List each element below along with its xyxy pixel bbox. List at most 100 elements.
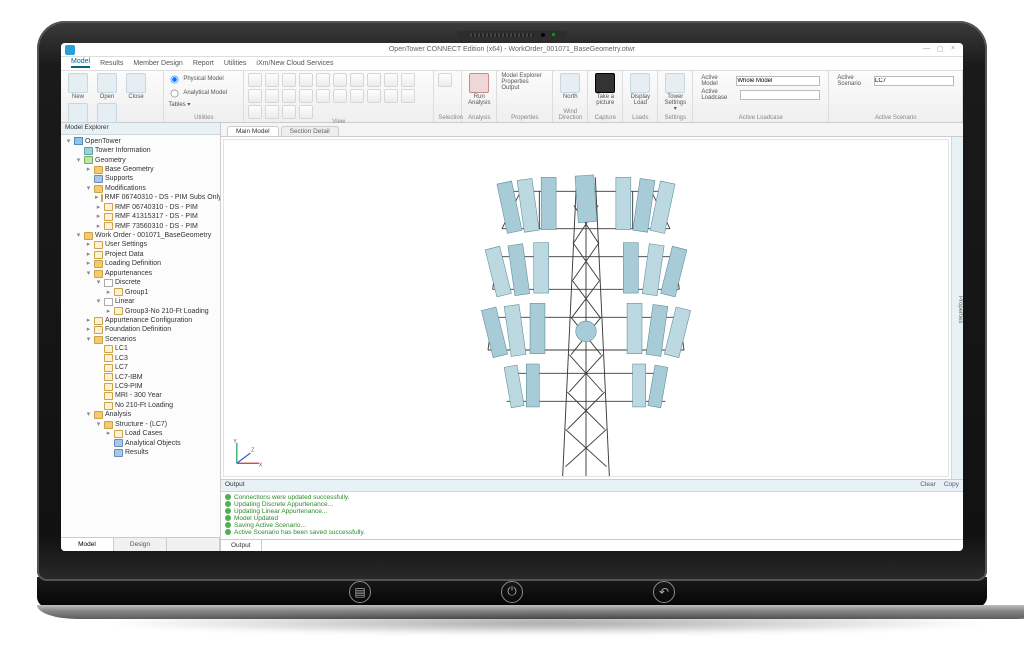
output-line: Saving Active Scenario... xyxy=(225,522,959,529)
output-toggle[interactable]: Output xyxy=(501,85,519,91)
explorer-tab-model[interactable]: Model xyxy=(61,538,114,551)
ribbon: New Open Close Save Save As Model Physic… xyxy=(61,71,963,123)
take-picture-button[interactable]: Take a picture xyxy=(592,73,618,106)
output-line: Model Updated xyxy=(225,515,959,522)
physical-model-radio[interactable]: Physical Model xyxy=(168,73,223,86)
output-header: Output xyxy=(225,481,245,490)
app-icon xyxy=(65,45,75,55)
active-scenario-combo[interactable] xyxy=(874,76,954,86)
tower-settings-button[interactable]: Tower Settings ▾ xyxy=(662,73,688,112)
view-tool-button[interactable] xyxy=(384,89,398,103)
active-model-combo[interactable] xyxy=(736,76,820,86)
run-analysis-button[interactable]: Run Analysis xyxy=(466,73,492,106)
tab-model[interactable]: Model xyxy=(71,58,90,68)
window-title: OpenTower CONNECT Edition (x64) - WorkOr… xyxy=(389,46,635,53)
view-tool-button[interactable] xyxy=(299,105,313,119)
close-button[interactable]: × xyxy=(951,45,959,53)
north-button[interactable]: North xyxy=(557,73,583,100)
output-lines[interactable]: Connections were updated successfully. U… xyxy=(221,492,963,539)
view-tab-main[interactable]: Main Model xyxy=(227,126,279,136)
open-button[interactable]: Open xyxy=(94,73,120,100)
view-tool-button[interactable] xyxy=(248,105,262,119)
ribbon-tabs: Model Results Member Design Report Utili… xyxy=(61,57,963,71)
explorer-tabs: Model Design xyxy=(61,537,220,551)
tables-dropdown[interactable]: Tables ▾ xyxy=(168,101,190,108)
view-tool-button[interactable] xyxy=(248,89,262,103)
ribbon-group-properties: Model Explorer Properties Output Propert… xyxy=(497,71,553,122)
tab-member-design[interactable]: Member Design xyxy=(133,60,182,67)
output-line: Updating Discrete Appurtenance... xyxy=(225,501,959,508)
back-hw-button: ↶ xyxy=(653,581,675,603)
menu-hw-button: ▤ xyxy=(349,581,371,603)
ribbon-group-wind: North Wind Direction xyxy=(553,71,588,122)
view-tool-button[interactable] xyxy=(299,73,313,87)
view-tool-button[interactable] xyxy=(282,89,296,103)
output-line: Updating Linear Appurtenance... xyxy=(225,508,959,515)
viewport-3d[interactable]: Y X Z xyxy=(223,139,949,477)
close-file-button[interactable]: Close xyxy=(123,73,149,100)
new-button[interactable]: New xyxy=(65,73,91,100)
view-tabs: Main Model Section Detail xyxy=(221,123,963,137)
ribbon-group-selection: Selection xyxy=(434,71,462,122)
view-tool-button[interactable] xyxy=(265,73,279,87)
model-tree[interactable]: ▾OpenTower Tower Information ▾Geometry ▸… xyxy=(61,135,220,537)
svg-text:Y: Y xyxy=(233,438,237,444)
ribbon-group-loads: Display Load Loads xyxy=(623,71,658,122)
ribbon-group-capture: Take a picture Capture xyxy=(588,71,623,122)
view-tool-button[interactable] xyxy=(299,89,313,103)
explorer-tab-design[interactable]: Design xyxy=(114,538,167,551)
explorer-tab-blank xyxy=(167,538,220,551)
model-explorer-panel: Model Explorer ▾OpenTower Tower Informat… xyxy=(61,123,221,551)
output-tab[interactable]: Output xyxy=(221,540,262,551)
tab-cloud[interactable]: iXm/New Cloud Services xyxy=(256,60,333,67)
ribbon-group-active-loadcase: Active Model Active Loadcase Active Load… xyxy=(693,71,829,122)
tab-utilities[interactable]: Utilities xyxy=(224,60,247,67)
laptop-chin: ▤ ⏻ ↶ xyxy=(37,577,987,607)
ribbon-group-active-scenario: Active Scenario Active Scenario xyxy=(829,71,963,122)
view-tool-button[interactable] xyxy=(350,89,364,103)
view-tool-button[interactable] xyxy=(333,73,347,87)
output-copy-button[interactable]: Copy xyxy=(944,481,959,490)
display-load-button[interactable]: Display Load xyxy=(627,73,653,106)
view-tool-button[interactable] xyxy=(350,73,364,87)
view-tool-button[interactable] xyxy=(282,73,296,87)
view-tool-button[interactable] xyxy=(282,105,296,119)
view-tool-button[interactable] xyxy=(401,89,415,103)
view-tool-button[interactable] xyxy=(367,73,381,87)
ribbon-group-utilities: Physical Model Analytical Model Tables ▾… xyxy=(164,71,244,122)
view-tab-section[interactable]: Section Detail xyxy=(281,126,339,136)
laptop-lid: OpenTower CONNECT Edition (x64) - WorkOr… xyxy=(37,21,987,581)
view-tool-button[interactable] xyxy=(248,73,262,87)
view-tool-button[interactable] xyxy=(265,105,279,119)
explorer-header: Model Explorer xyxy=(61,123,220,135)
view-tool-button[interactable] xyxy=(401,73,415,87)
output-line: Connections were updated successfully. xyxy=(225,494,959,501)
power-hw-button: ⏻ xyxy=(501,581,523,603)
svg-text:X: X xyxy=(259,462,263,468)
output-line: Active Scenario has been saved successfu… xyxy=(225,529,959,536)
ribbon-group-view: View xyxy=(244,71,434,122)
output-clear-button[interactable]: Clear xyxy=(920,481,936,490)
view-tool-button[interactable] xyxy=(265,89,279,103)
tab-report[interactable]: Report xyxy=(193,60,214,67)
titlebar: OpenTower CONNECT Edition (x64) - WorkOr… xyxy=(61,43,963,57)
selection-button[interactable] xyxy=(438,73,452,87)
analytical-model-radio[interactable]: Analytical Model xyxy=(168,87,227,100)
maximize-button[interactable]: ▢ xyxy=(937,45,945,53)
ribbon-group-settings: Tower Settings ▾ Settings xyxy=(658,71,693,122)
tab-results[interactable]: Results xyxy=(100,60,123,67)
view-tool-button[interactable] xyxy=(316,89,330,103)
axes-triad-icon: Y X Z xyxy=(230,436,264,470)
minimize-button[interactable]: — xyxy=(923,45,931,53)
body: Model Explorer ▾OpenTower Tower Informat… xyxy=(61,123,963,551)
ribbon-group-model: New Open Close Save Save As Model xyxy=(61,71,164,122)
webcam-bar xyxy=(457,31,567,39)
view-tool-button[interactable] xyxy=(333,89,347,103)
active-loadcase-combo[interactable] xyxy=(740,90,820,100)
view-tool-button[interactable] xyxy=(367,89,381,103)
properties-panel-collapsed[interactable]: Properties xyxy=(951,137,963,479)
laptop-frame: OpenTower CONNECT Edition (x64) - WorkOr… xyxy=(37,21,987,619)
main-area: Main Model Section Detail xyxy=(221,123,963,551)
view-tool-button[interactable] xyxy=(384,73,398,87)
view-tool-button[interactable] xyxy=(316,73,330,87)
